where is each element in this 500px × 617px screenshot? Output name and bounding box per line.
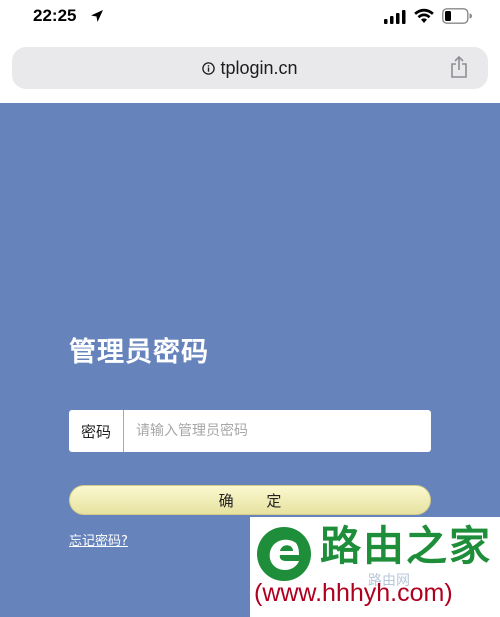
address-content: tplogin.cn	[12, 47, 488, 89]
cellular-signal-icon	[384, 10, 406, 24]
share-icon[interactable]	[450, 56, 468, 78]
password-input[interactable]	[124, 410, 431, 452]
status-bar: 22:25	[0, 0, 500, 36]
address-bar[interactable]: tplogin.cn	[12, 47, 488, 89]
watermark: 路由之家 路由网 (www.hhhyh.com)	[250, 517, 500, 617]
url-text: tplogin.cn	[220, 57, 298, 78]
status-time: 22:25	[33, 6, 77, 25]
watermark-logo-icon	[257, 527, 311, 581]
location-arrow-icon	[91, 10, 103, 22]
browser-toolbar: tplogin.cn	[0, 36, 500, 103]
page-title: 管理员密码	[69, 337, 209, 368]
watermark-url: (www.hhhyh.com)	[254, 579, 453, 607]
wifi-icon	[414, 8, 434, 23]
watermark-brand: 路由之家	[320, 522, 492, 570]
password-field-group: 密码	[69, 410, 431, 452]
forgot-password-link[interactable]: 忘记密码?	[69, 530, 128, 549]
battery-icon	[442, 8, 472, 24]
confirm-button[interactable]: 确 定	[69, 485, 431, 515]
info-icon[interactable]	[202, 61, 216, 75]
tplogin-login-page: 22:25 tplogin.cn 管理员密码 密码 确 定 忘记密码? 路由之家…	[0, 0, 500, 617]
password-label: 密码	[69, 410, 124, 452]
